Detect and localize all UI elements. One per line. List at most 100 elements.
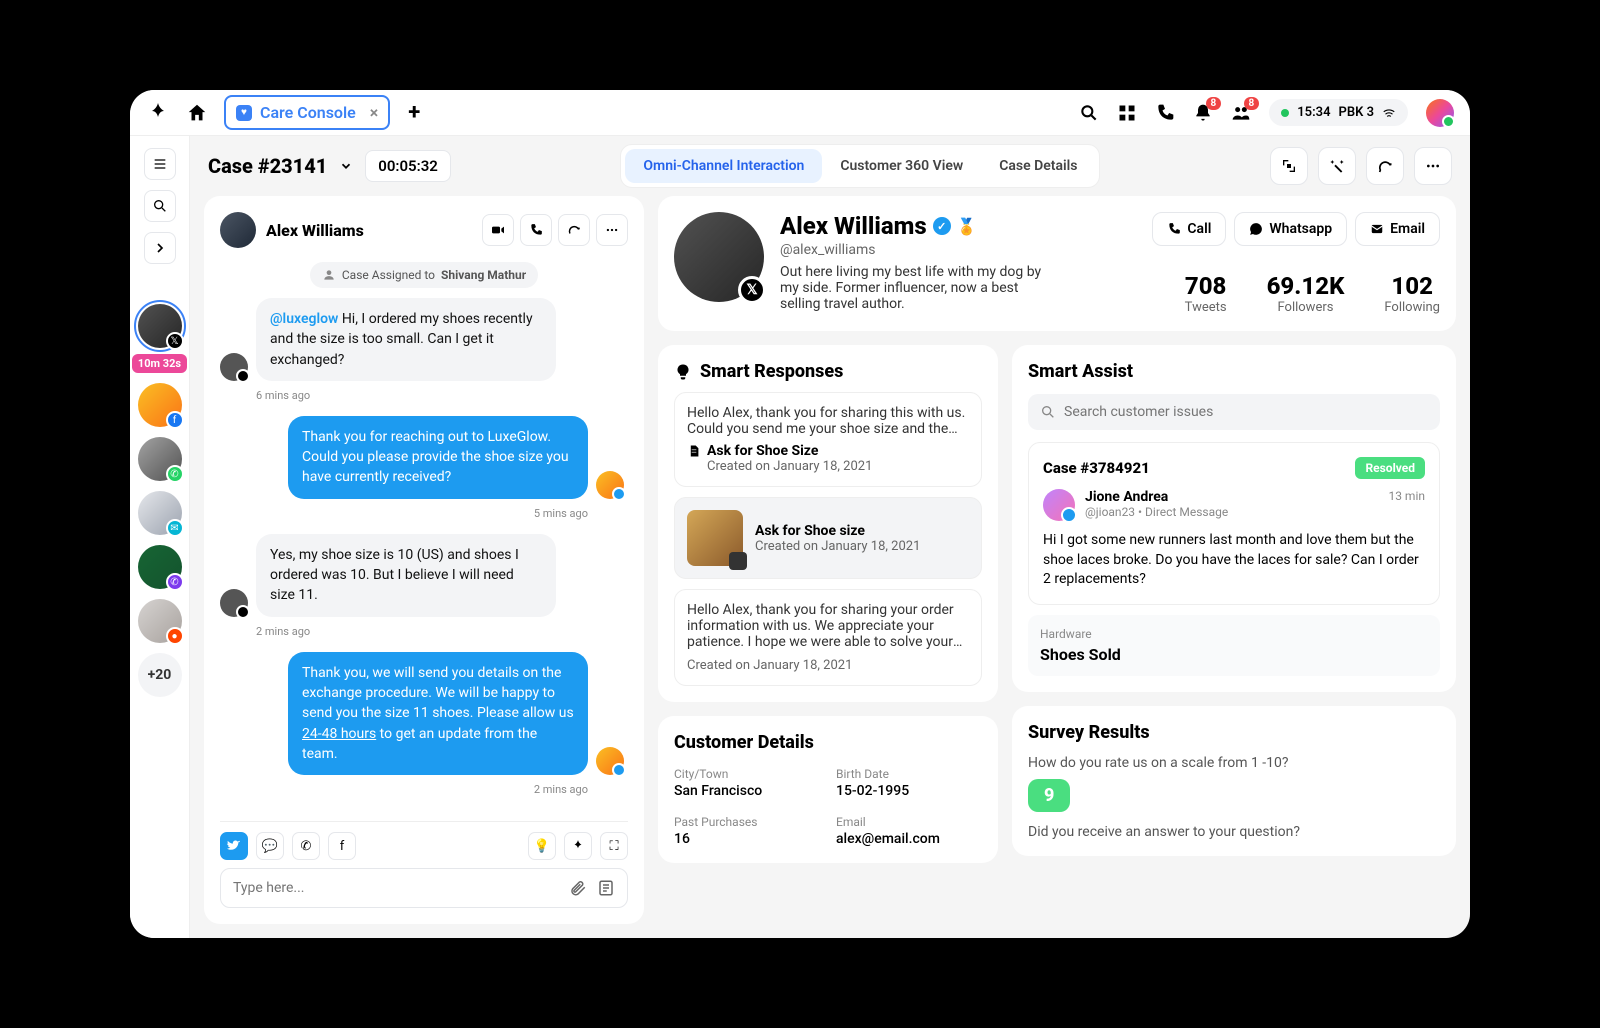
topbar: ♥ Care Console × + 8 8 15:34 PBK 3 [130, 90, 1470, 136]
incoming-message: @luxeglow Hi, I ordered my shoes recentl… [256, 298, 556, 381]
hardware-box: Hardware Shoes Sold [1028, 615, 1440, 676]
search-icon[interactable] [1079, 103, 1099, 123]
chevron-down-icon[interactable] [339, 159, 353, 173]
email-button[interactable]: Email [1355, 212, 1440, 246]
queue-avatar-4[interactable]: ✉ [138, 491, 182, 535]
view-tabs: Omni-Channel Interaction Customer 360 Vi… [620, 144, 1100, 188]
chat-more-button[interactable] [596, 214, 628, 246]
msg-avatar [220, 353, 248, 381]
case-user-avatar [1043, 489, 1075, 521]
queue-avatar-3[interactable]: ✆ [138, 437, 182, 481]
timestamp: 5 mins ago [256, 507, 588, 520]
facebook-badge-icon: f [166, 411, 184, 429]
pop-out-button[interactable] [1270, 147, 1308, 185]
menu-button[interactable] [144, 148, 176, 180]
outgoing-message: Thank you, we will send you details on t… [288, 652, 588, 775]
doc-icon [687, 444, 701, 458]
reddit-badge-icon: ● [166, 627, 184, 645]
rail-search-button[interactable] [144, 190, 176, 222]
new-tab-button[interactable]: + [408, 100, 420, 125]
expand-composer-icon[interactable]: ⛶ [600, 832, 628, 860]
channel-facebook-icon[interactable]: f [328, 832, 356, 860]
case-title: Case #23141 [208, 154, 327, 178]
wifi-icon [1382, 106, 1396, 120]
tab-omni[interactable]: Omni-Channel Interaction [625, 149, 822, 183]
following-count: 102 [1384, 272, 1440, 300]
timestamp: 6 mins ago [256, 389, 588, 402]
queue-avatar-5[interactable]: ✆ [138, 545, 182, 589]
agent-avatar [596, 747, 624, 775]
phone-icon[interactable] [1155, 103, 1175, 123]
assist-search[interactable] [1028, 394, 1440, 430]
suggest-icon[interactable]: 💡 [528, 832, 556, 860]
topbar-right: 8 8 15:34 PBK 3 [1079, 99, 1454, 127]
side-rail: 𝕏 10m 32s f ✆ ✉ ✆ ● +20 [130, 136, 190, 938]
birthdate-value: 15-02-1995 [836, 783, 982, 799]
status-badge: Resolved [1355, 457, 1425, 479]
related-case-card[interactable]: Case #3784921Resolved Jione Andrea@jioan… [1028, 442, 1440, 605]
followers-count: 69.12K [1267, 272, 1345, 300]
channel-twitter-icon[interactable] [220, 832, 248, 860]
close-tab-icon[interactable]: × [370, 103, 379, 122]
queue-more-count[interactable]: +20 [138, 653, 182, 697]
survey-question: How do you rate us on a scale from 1 -10… [1028, 755, 1440, 771]
user-avatar[interactable] [1426, 99, 1454, 127]
brand-logo [146, 101, 170, 125]
video-call-button[interactable] [482, 214, 514, 246]
response-card[interactable]: Ask for Shoe sizeCreated on January 18, … [674, 497, 982, 579]
smart-responses-panel: Smart Responses Hello Alex, thank you fo… [658, 345, 998, 702]
x-badge-icon: 𝕏 [166, 332, 184, 350]
response-card[interactable]: Hello Alex, thank you for sharing your o… [674, 589, 982, 686]
msg-avatar [220, 589, 248, 617]
outgoing-message: Thank you for reaching out to LuxeGlow. … [288, 416, 588, 499]
queue-avatar-6[interactable]: ● [138, 599, 182, 643]
chat-refresh-button[interactable] [558, 214, 590, 246]
contact-avatar [220, 212, 256, 248]
refresh-button[interactable] [1366, 147, 1404, 185]
magic-button[interactable] [1318, 147, 1356, 185]
bulb-icon [674, 363, 692, 381]
channel-sms-icon[interactable]: 💬 [256, 832, 284, 860]
contact-name: Alex Williams [266, 221, 364, 240]
status-pill[interactable]: 15:34 PBK 3 [1269, 99, 1408, 126]
voice-call-button[interactable] [520, 214, 552, 246]
bell-icon[interactable]: 8 [1193, 103, 1213, 123]
composer: 💬 ✆ f 💡 ⛶ [220, 821, 628, 908]
active-tab-chip[interactable]: ♥ Care Console × [224, 95, 390, 130]
expand-button[interactable] [144, 232, 176, 264]
more-menu-button[interactable] [1414, 147, 1452, 185]
channel-whatsapp-icon[interactable]: ✆ [292, 832, 320, 860]
call-button[interactable]: Call [1152, 212, 1226, 246]
queue-avatar-1[interactable]: 𝕏 [138, 304, 182, 348]
survey-question: Did you receive an answer to your questi… [1028, 824, 1440, 840]
twitter-badge-icon: ✉ [166, 519, 184, 537]
tab-details[interactable]: Case Details [981, 149, 1095, 183]
timestamp: 2 mins ago [256, 625, 588, 638]
message-input[interactable] [233, 880, 569, 896]
survey-score: 9 [1028, 779, 1070, 812]
city-value: San Francisco [674, 783, 820, 799]
queue-timer: 10m 32s [132, 354, 187, 373]
profile-avatar: 𝕏 [674, 212, 764, 302]
email-value: alex@email.com [836, 831, 982, 847]
agent-avatar [596, 471, 624, 499]
home-icon[interactable] [186, 102, 208, 124]
x-platform-icon: 𝕏 [738, 276, 766, 304]
template-icon[interactable] [597, 879, 615, 897]
whatsapp-button[interactable]: Whatsapp [1234, 212, 1347, 246]
search-icon [1040, 404, 1056, 420]
people-icon[interactable]: 8 [1231, 103, 1251, 123]
related-case-id: Case #3784921 [1043, 459, 1150, 477]
assist-search-input[interactable] [1064, 404, 1428, 420]
tab-360[interactable]: Customer 360 View [822, 149, 981, 183]
purchases-value: 16 [674, 831, 820, 847]
queue-avatar-2[interactable]: f [138, 383, 182, 427]
elapsed-timer: 00:05:32 [365, 150, 451, 182]
clock-time: 15:34 [1297, 105, 1330, 120]
apps-grid-icon[interactable] [1117, 103, 1137, 123]
heart-icon: ♥ [236, 105, 252, 121]
response-card[interactable]: Hello Alex, thank you for sharing this w… [674, 392, 982, 487]
attachment-icon[interactable] [569, 879, 587, 897]
profile-panel: 𝕏 Alex Williams✓🏅 @alex_williams Out her… [658, 196, 1456, 331]
sprout-icon[interactable] [564, 832, 592, 860]
